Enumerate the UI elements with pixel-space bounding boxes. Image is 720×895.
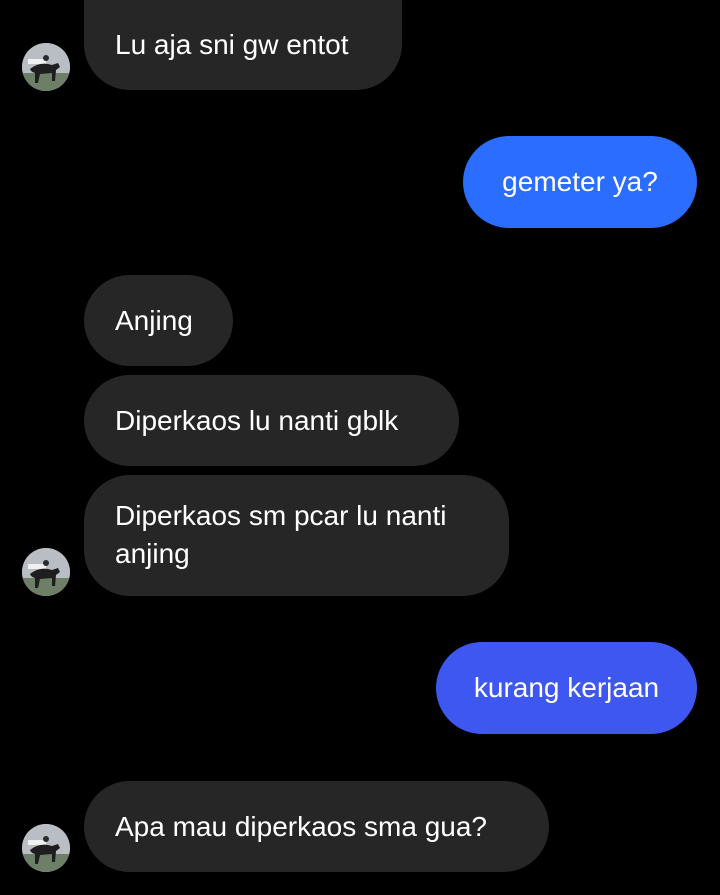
message-bubble-incoming[interactable]: Diperkaos sm pcar lu nanti anjing — [84, 475, 509, 596]
message-bubble-incoming[interactable]: Diperkaos lu nanti gblk — [84, 375, 459, 466]
message-bubble-incoming[interactable]: Apa mau diperkaos sma gua? — [84, 781, 549, 872]
message-text: kurang kerjaan — [473, 672, 660, 703]
message-text: Apa mau diperkaos sma gua? — [115, 810, 487, 842]
horse-rider-avatar-icon — [22, 824, 70, 872]
contact-avatar[interactable] — [22, 548, 70, 596]
message-text: Diperkaos lu nanti gblk — [115, 404, 399, 436]
horse-rider-avatar-icon — [22, 43, 70, 91]
message-text: Diperkaos sm pcar lu nanti anjing — [115, 500, 447, 569]
contact-avatar[interactable] — [22, 824, 70, 872]
contact-avatar[interactable] — [22, 43, 70, 91]
message-bubble-incoming[interactable]: Anjing — [84, 275, 233, 366]
message-bubble-outgoing[interactable]: kurang kerjaan — [436, 642, 697, 734]
message-text: Lu aja sni gw entot — [115, 29, 349, 60]
message-bubble-incoming[interactable]: Lu aja sni gw entot — [84, 0, 402, 90]
message-text: Anjing — [115, 304, 193, 336]
horse-rider-avatar-icon — [22, 548, 70, 596]
message-bubble-outgoing[interactable]: gemeter ya? — [463, 136, 697, 228]
message-text: gemeter ya? — [502, 166, 658, 197]
